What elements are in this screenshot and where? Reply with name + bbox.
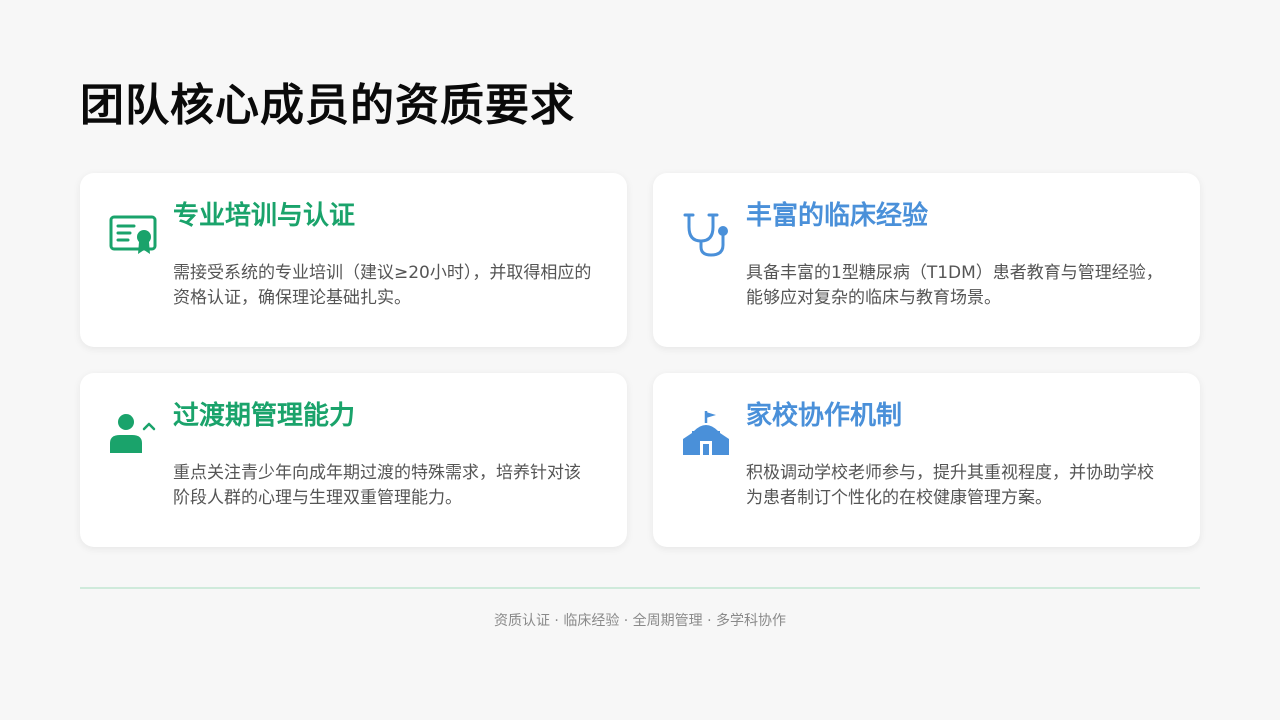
- card-transition-management: 过渡期管理能力 重点关注青少年向成年期过渡的特殊需求，培养针对该阶段人群的心理与…: [80, 373, 627, 547]
- card-description: 积极调动学校老师参与，提升其重视程度，并协助学校为患者制订个性化的在校健康管理方…: [746, 463, 1154, 508]
- card-description: 需接受系统的专业培训（建议≥20小时），并取得相应的资格认证，确保理论基础扎实。: [173, 263, 592, 308]
- school-icon: [681, 409, 731, 459]
- card-title: 丰富的临床经验: [746, 201, 929, 231]
- card-home-school-cooperation: 家校协作机制 积极调动学校老师参与，提升其重视程度，并协助学校为患者制订个性化的…: [653, 373, 1200, 547]
- page-title: 团队核心成员的资质要求: [80, 80, 575, 131]
- footer-tagline: 资质认证 · 临床经验 · 全周期管理 · 多学科协作: [493, 613, 787, 629]
- card-title: 家校协作机制: [746, 401, 903, 431]
- card-description: 具备丰富的1型糖尿病（T1DM）患者教育与管理经验，能够应对复杂的临床与教育场景…: [746, 263, 1163, 308]
- footer-divider: [80, 587, 1200, 589]
- certificate-icon: [108, 209, 158, 259]
- card-description: 重点关注青少年向成年期过渡的特殊需求，培养针对该阶段人群的心理与生理双重管理能力…: [173, 463, 581, 508]
- person-growth-icon: [108, 409, 158, 459]
- slide: 团队核心成员的资质要求 专业培训与认证 需接受系统的专业培训（建议≥20小时），…: [0, 0, 1280, 720]
- card-clinical-experience: 丰富的临床经验 具备丰富的1型糖尿病（T1DM）患者教育与管理经验，能够应对复杂…: [653, 173, 1200, 347]
- card-professional-training: 专业培训与认证 需接受系统的专业培训（建议≥20小时），并取得相应的资格认证，确…: [80, 173, 627, 347]
- card-title: 专业培训与认证: [173, 201, 356, 231]
- stethoscope-icon: [681, 209, 731, 259]
- card-title: 过渡期管理能力: [173, 401, 356, 431]
